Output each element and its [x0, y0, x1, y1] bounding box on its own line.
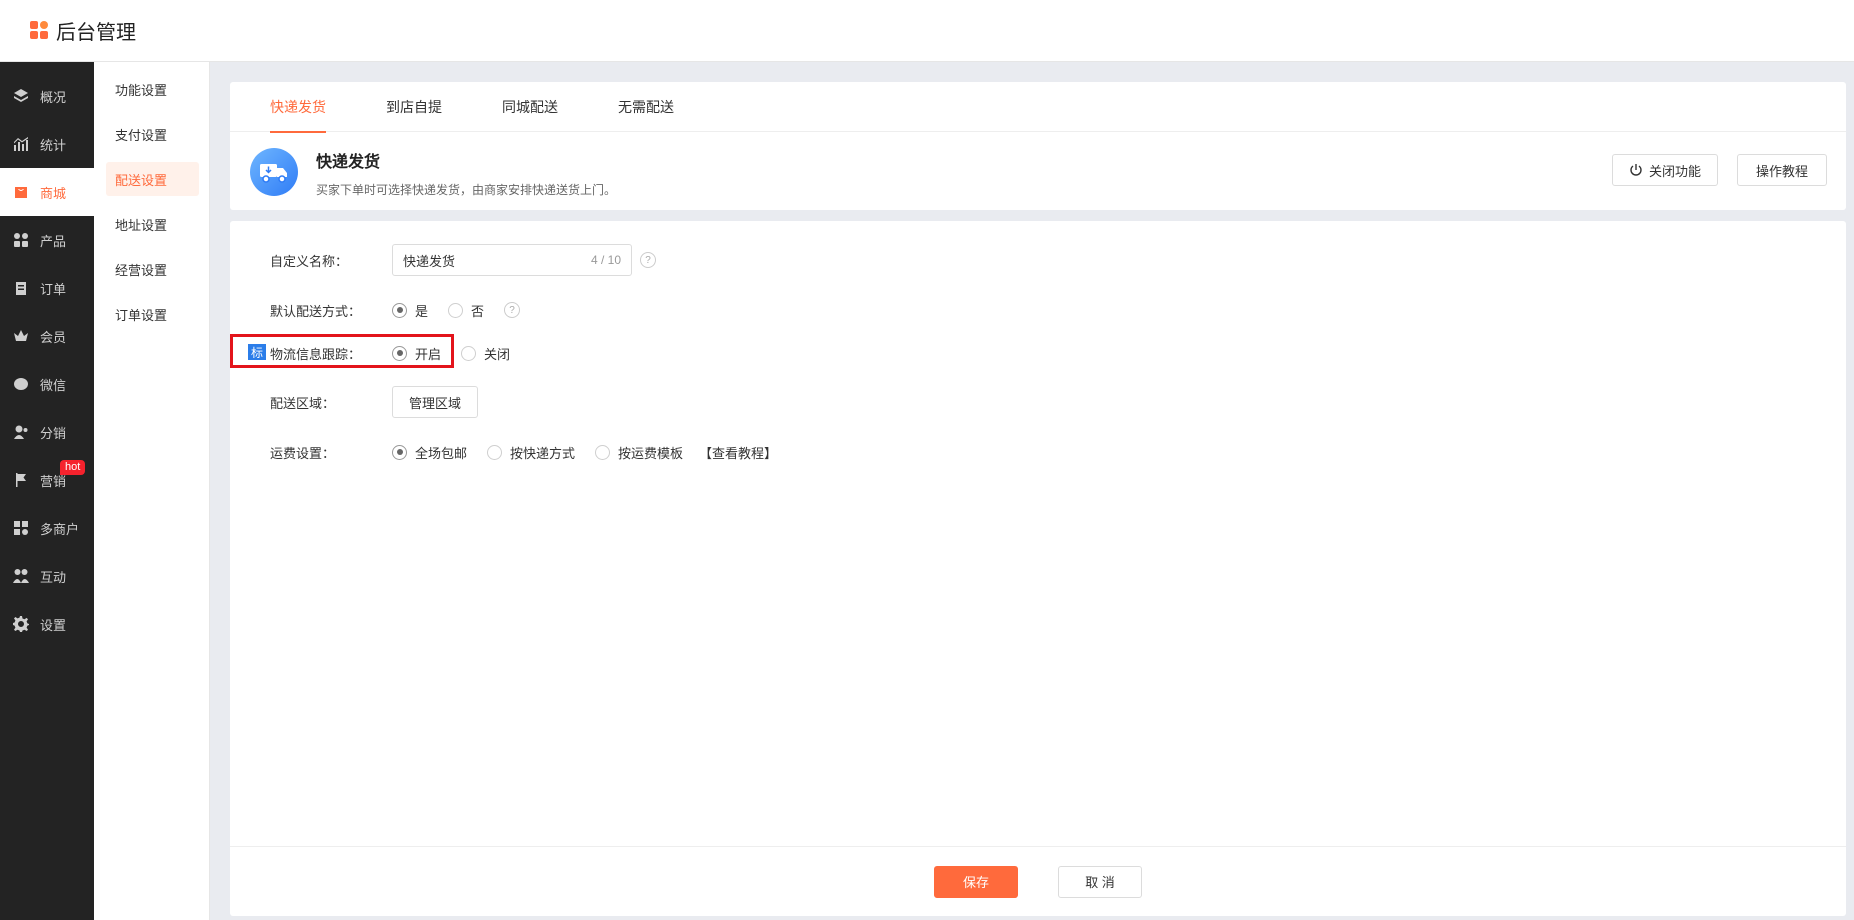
- primary-sidebar: 概况 统计 商城 产品 订单 会员 微信 分销 营销 hot 多商户 互动 设置: [0, 62, 94, 920]
- custom-name-field-wrap: 4 / 10: [392, 244, 632, 276]
- save-button[interactable]: 保存: [934, 865, 1018, 898]
- label-default-method: 默认配送方式：: [270, 303, 362, 319]
- custom-name-input[interactable]: [403, 252, 563, 268]
- intro-title: 快递发货: [316, 154, 381, 171]
- subnav-function-settings[interactable]: 功能设置: [106, 72, 199, 106]
- radio-freight-by-template[interactable]: 按运费模板: [595, 443, 683, 462]
- radio-dot: [461, 345, 477, 361]
- close-function-button[interactable]: 关闭功能: [1612, 154, 1718, 186]
- secondary-sidebar: 功能设置 支付设置 配送设置 地址设置 经营设置 订单设置: [94, 62, 210, 920]
- label-area: 配送区域：: [270, 395, 336, 411]
- form-footer: 保存 取 消: [230, 846, 1846, 916]
- radio-default-yes[interactable]: 是: [392, 301, 428, 320]
- intro-section: 快递发货 买家下单时可选择快递发货，由商家安排快递送货上门。 关闭功能 操作教程: [230, 132, 1846, 210]
- label-custom-name: 自定义名称：: [270, 253, 349, 269]
- view-tutorial-link[interactable]: 【查看教程】: [699, 443, 777, 462]
- radio-dot: [392, 444, 407, 460]
- nav-item-multi-merchant[interactable]: 多商户: [0, 504, 94, 552]
- top-header: 后台管理: [0, 0, 1854, 62]
- radio-default-no[interactable]: 否: [448, 301, 484, 320]
- tutorial-button[interactable]: 操作教程: [1737, 154, 1827, 186]
- nav-item-distribution[interactable]: 分销: [0, 408, 94, 456]
- radio-dot: [487, 444, 503, 460]
- stats-icon: [13, 136, 29, 152]
- help-icon[interactable]: ?: [504, 302, 521, 318]
- nav-item-order[interactable]: 订单: [0, 264, 94, 312]
- manage-area-button[interactable]: 管理区域: [392, 386, 479, 418]
- nav-item-mall[interactable]: 商城: [0, 168, 94, 216]
- nav-item-interact[interactable]: 互动: [0, 552, 94, 600]
- row-default-method: 默认配送方式： 是 否 ?: [270, 294, 521, 326]
- nav-item-stats[interactable]: 统计: [0, 120, 94, 168]
- nav-item-marketing[interactable]: 营销 hot: [0, 456, 94, 504]
- nav-item-wechat[interactable]: 微信: [0, 360, 94, 408]
- delivery-form-panel: 自定义名称： 4 / 10 ? 默认配送方式： 是 否 ? 物流信息跟踪： 开启…: [230, 221, 1846, 916]
- mall-icon: [13, 184, 29, 200]
- wechat-icon: [13, 376, 29, 392]
- distribution-icon: [13, 424, 29, 440]
- subnav-order-settings[interactable]: 订单设置: [106, 297, 199, 331]
- label-freight: 运费设置：: [270, 445, 336, 461]
- subnav-business-settings[interactable]: 经营设置: [106, 252, 199, 286]
- nav-item-product[interactable]: 产品: [0, 216, 94, 264]
- char-counter: 4 / 10: [590, 253, 621, 267]
- subnav-address-settings[interactable]: 地址设置: [106, 207, 199, 241]
- radio-tracking-off[interactable]: 关闭: [461, 344, 510, 363]
- crown-icon: [13, 328, 29, 344]
- row-area: 配送区域： 管理区域: [270, 386, 479, 418]
- delivery-tabs: 快递发货 到店自提 同城配送 无需配送: [230, 82, 1846, 133]
- help-icon[interactable]: ?: [640, 252, 656, 268]
- layers-icon: [13, 88, 29, 104]
- radio-dot: [595, 444, 611, 460]
- subnav-payment-settings[interactable]: 支付设置: [106, 117, 199, 151]
- radio-dot: [392, 302, 407, 318]
- tab-express[interactable]: 快递发货: [270, 82, 326, 133]
- merchant-icon: [13, 520, 29, 536]
- tab-no-delivery[interactable]: 无需配送: [618, 82, 674, 132]
- annotation-tag: 标: [248, 344, 266, 360]
- row-freight: 运费设置： 全场包邮 按快递方式 按运费模板 【查看教程】: [270, 436, 777, 468]
- truck-icon: [250, 148, 298, 196]
- tab-pickup[interactable]: 到店自提: [386, 82, 442, 132]
- nav-item-settings[interactable]: 设置: [0, 600, 94, 648]
- nav-item-member[interactable]: 会员: [0, 312, 94, 360]
- power-icon: [1630, 164, 1642, 176]
- logo-icon: [30, 20, 50, 41]
- order-icon: [13, 280, 29, 296]
- delivery-header-panel: 快递发货 到店自提 同城配送 无需配送 快递发货 买家下单时可选择快递发货，由商…: [230, 82, 1846, 210]
- radio-freight-by-express[interactable]: 按快递方式: [487, 443, 575, 462]
- nav-item-overview[interactable]: 概况: [0, 72, 94, 120]
- subnav-delivery-settings[interactable]: 配送设置: [106, 162, 199, 196]
- radio-dot: [448, 302, 464, 318]
- gear-icon: [13, 616, 29, 632]
- cancel-button[interactable]: 取 消: [1058, 865, 1142, 898]
- tab-local-delivery[interactable]: 同城配送: [502, 82, 558, 132]
- hot-badge: hot: [60, 460, 86, 475]
- radio-freight-free[interactable]: 全场包邮: [392, 443, 467, 462]
- intro-description: 买家下单时可选择快递发货，由商家安排快递送货上门。: [316, 183, 617, 197]
- product-icon: [13, 232, 29, 248]
- flag-icon: [13, 472, 29, 488]
- row-custom-name: 自定义名称： 4 / 10 ?: [270, 244, 656, 276]
- interact-icon: [13, 568, 29, 584]
- app-title: 后台管理: [56, 22, 136, 44]
